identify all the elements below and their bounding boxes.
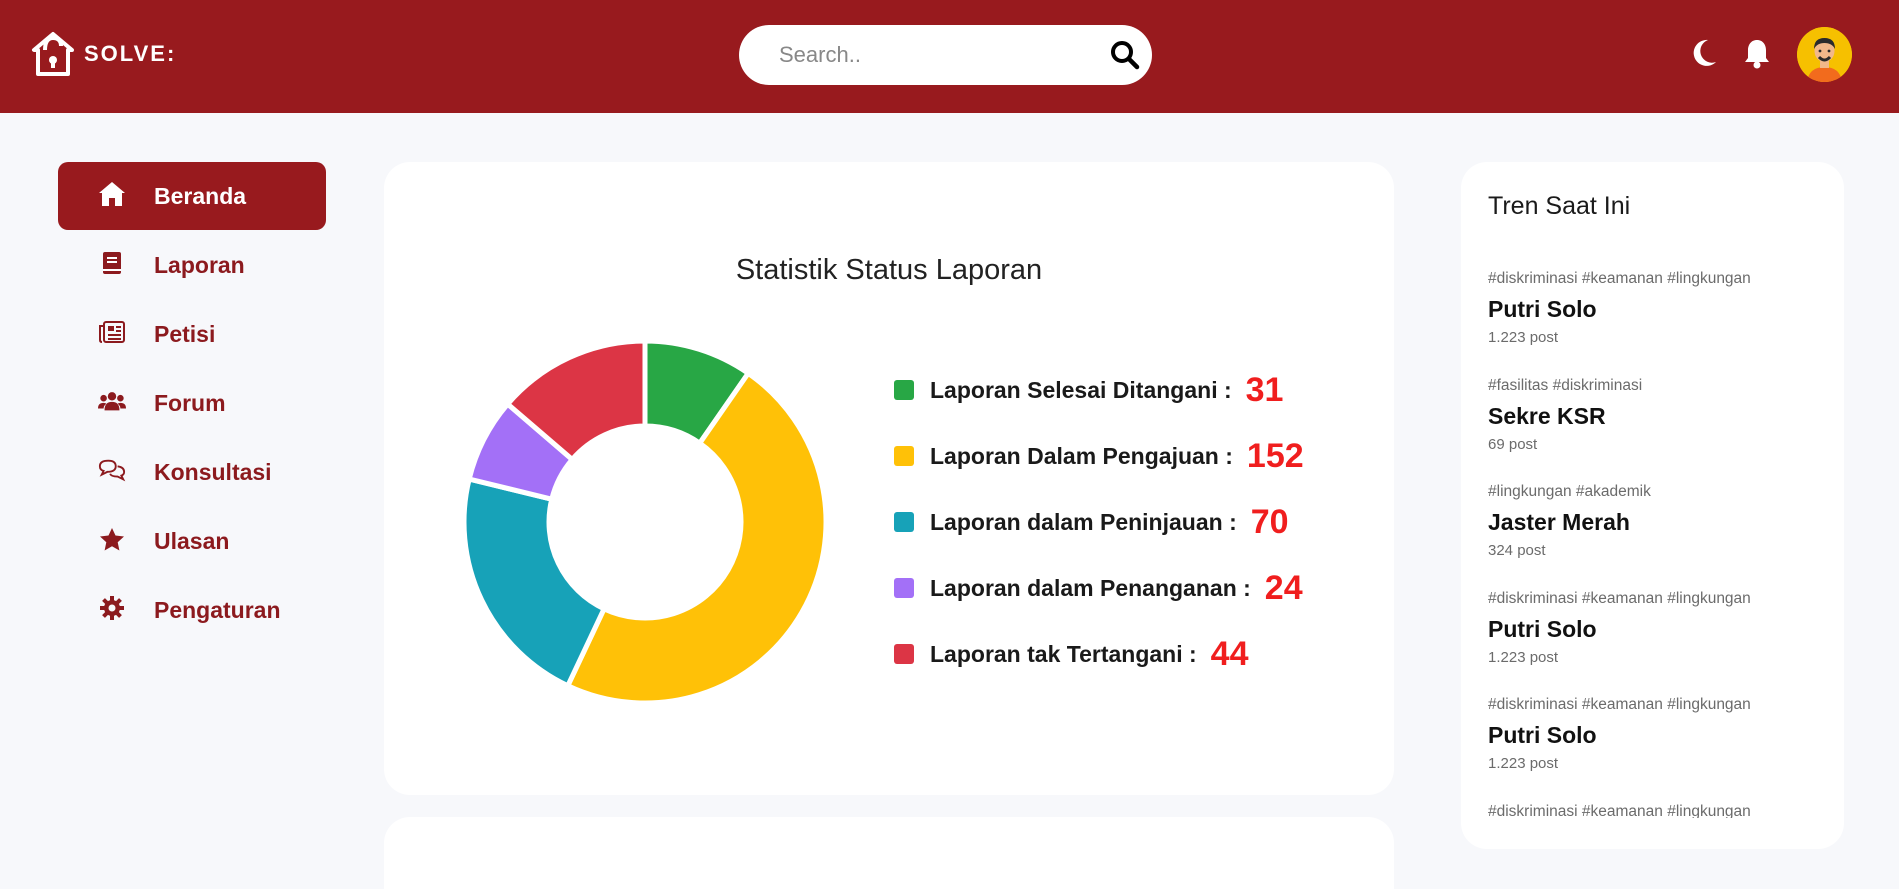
sidebar-item-pengaturan[interactable]: Pengaturan [58, 576, 326, 644]
avatar[interactable] [1797, 27, 1852, 82]
sidebar-item-label: Beranda [154, 182, 247, 209]
trend-tags: #fasilitas #diskriminasi [1488, 376, 1643, 394]
sidebar-item-beranda[interactable]: Beranda [58, 162, 326, 230]
legend-item-peninjauan: Laporan dalam Peninjauan : 70 [894, 489, 1304, 555]
legend-label: Laporan tak Tertangani : [930, 640, 1197, 667]
sidebar-item-konsultasi[interactable]: Konsultasi [58, 438, 326, 506]
legend-value: 31 [1245, 370, 1284, 409]
trends-card: Tren Saat Ini #diskriminasi #keamanan #l… [1461, 162, 1844, 849]
sidebar-item-ulasan[interactable]: Ulasan [58, 507, 326, 575]
chart-title: Statistik Status Laporan [735, 254, 1043, 286]
sidebar-item-laporan[interactable]: Laporan [58, 231, 326, 299]
top-bar: SOLVE: [0, 0, 1899, 113]
sidebar-item-label: Forum [154, 389, 226, 416]
brand-logo[interactable]: SOLVE: [30, 30, 176, 78]
trend-item[interactable]: #diskriminasi #keamanan #lingkungan [1488, 803, 1828, 819]
brand-name: SOLVE: [84, 41, 177, 66]
legend-item-penanganan: Laporan dalam Penanganan : 24 [894, 555, 1304, 621]
legend-value: 152 [1246, 436, 1304, 475]
trend-name: Putri Solo [1488, 296, 1597, 322]
trends-list[interactable]: #diskriminasi #keamanan #lingkungan Putr… [1488, 270, 1828, 818]
legend-swatch [894, 512, 914, 532]
trend-item[interactable]: #diskriminasi #keamanan #lingkungan Putr… [1488, 270, 1828, 377]
home-icon [98, 180, 126, 208]
search-bar[interactable] [739, 25, 1152, 85]
legend-label: Laporan dalam Peninjauan : [930, 508, 1237, 535]
moon-icon[interactable] [1690, 38, 1718, 68]
donut-slice-3[interactable] [461, 475, 608, 690]
sidebar-item-forum[interactable]: Forum [58, 369, 326, 437]
trend-count: 69 post [1488, 435, 1538, 453]
legend-value: 70 [1250, 502, 1289, 541]
gear-icon [98, 594, 126, 622]
trend-name: Putri Solo [1488, 722, 1597, 748]
trend-tags: #diskriminasi #keamanan #lingkungan [1488, 802, 1751, 819]
trend-item[interactable]: #diskriminasi #keamanan #lingkungan Putr… [1488, 696, 1828, 803]
sidebar-item-petisi[interactable]: Petisi [58, 300, 326, 368]
donut-chart [461, 338, 829, 706]
chart-legend: Laporan Selesai Ditangani : 31 Laporan D… [894, 357, 1304, 687]
users-icon [98, 387, 126, 415]
sidebar-item-label: Konsultasi [154, 458, 272, 485]
sidebar-nav: Beranda Laporan Petisi Forum Konsultasi … [58, 162, 326, 645]
trend-name: Putri Solo [1488, 615, 1597, 642]
legend-value: 24 [1264, 568, 1303, 607]
trend-tags: #diskriminasi #keamanan #lingkungan [1488, 696, 1751, 713]
trend-count: 1.223 post [1488, 648, 1559, 666]
trend-item[interactable]: #lingkungan #akademik Jaster Merah 324 p… [1488, 483, 1828, 590]
legend-swatch [894, 578, 914, 598]
search-input[interactable] [779, 39, 1079, 71]
trend-tags: #lingkungan #akademik [1488, 483, 1651, 500]
sidebar-item-label: Petisi [154, 320, 216, 347]
trend-tags: #diskriminasi #keamanan #lingkungan [1488, 589, 1751, 607]
trend-name: Sekre KSR [1488, 402, 1606, 429]
newspaper-icon [98, 318, 126, 346]
user-avatar-icon [1797, 27, 1852, 82]
legend-label: Laporan Dalam Pengajuan : [930, 442, 1233, 469]
lock-house-icon [32, 32, 74, 76]
sidebar-item-label: Ulasan [154, 527, 230, 554]
star-icon [98, 525, 126, 553]
legend-item-pengajuan: Laporan Dalam Pengajuan : 152 [894, 423, 1304, 489]
trends-title: Tren Saat Ini [1488, 192, 1631, 220]
legend-swatch [894, 446, 914, 466]
trend-count: 1.223 post [1488, 755, 1559, 772]
trend-name: Jaster Merah [1488, 509, 1630, 535]
trend-item[interactable]: #diskriminasi #keamanan #lingkungan Putr… [1488, 590, 1828, 697]
bell-icon[interactable] [1743, 38, 1771, 70]
legend-item-selesai: Laporan Selesai Ditangani : 31 [894, 357, 1304, 423]
legend-label: Laporan Selesai Ditangani : [930, 376, 1232, 403]
chat-icon [98, 456, 126, 484]
sidebar-item-label: Pengaturan [154, 596, 281, 623]
legend-value: 44 [1210, 634, 1249, 673]
book-icon [98, 249, 126, 277]
trend-count: 324 post [1488, 542, 1546, 559]
secondary-card [384, 817, 1394, 889]
trend-item[interactable]: #fasilitas #diskriminasi Sekre KSR 69 po… [1488, 377, 1828, 484]
trend-count: 1.223 post [1488, 329, 1559, 346]
legend-swatch [894, 644, 914, 664]
trend-tags: #diskriminasi #keamanan #lingkungan [1488, 270, 1751, 287]
search-icon[interactable] [1110, 40, 1140, 70]
legend-item-tak-tertangani: Laporan tak Tertangani : 44 [894, 621, 1304, 687]
sidebar-item-label: Laporan [154, 251, 245, 278]
legend-swatch [894, 380, 914, 400]
stats-card: Statistik Status Laporan Laporan Selesai… [384, 162, 1394, 795]
legend-label: Laporan dalam Penanganan : [930, 574, 1251, 601]
